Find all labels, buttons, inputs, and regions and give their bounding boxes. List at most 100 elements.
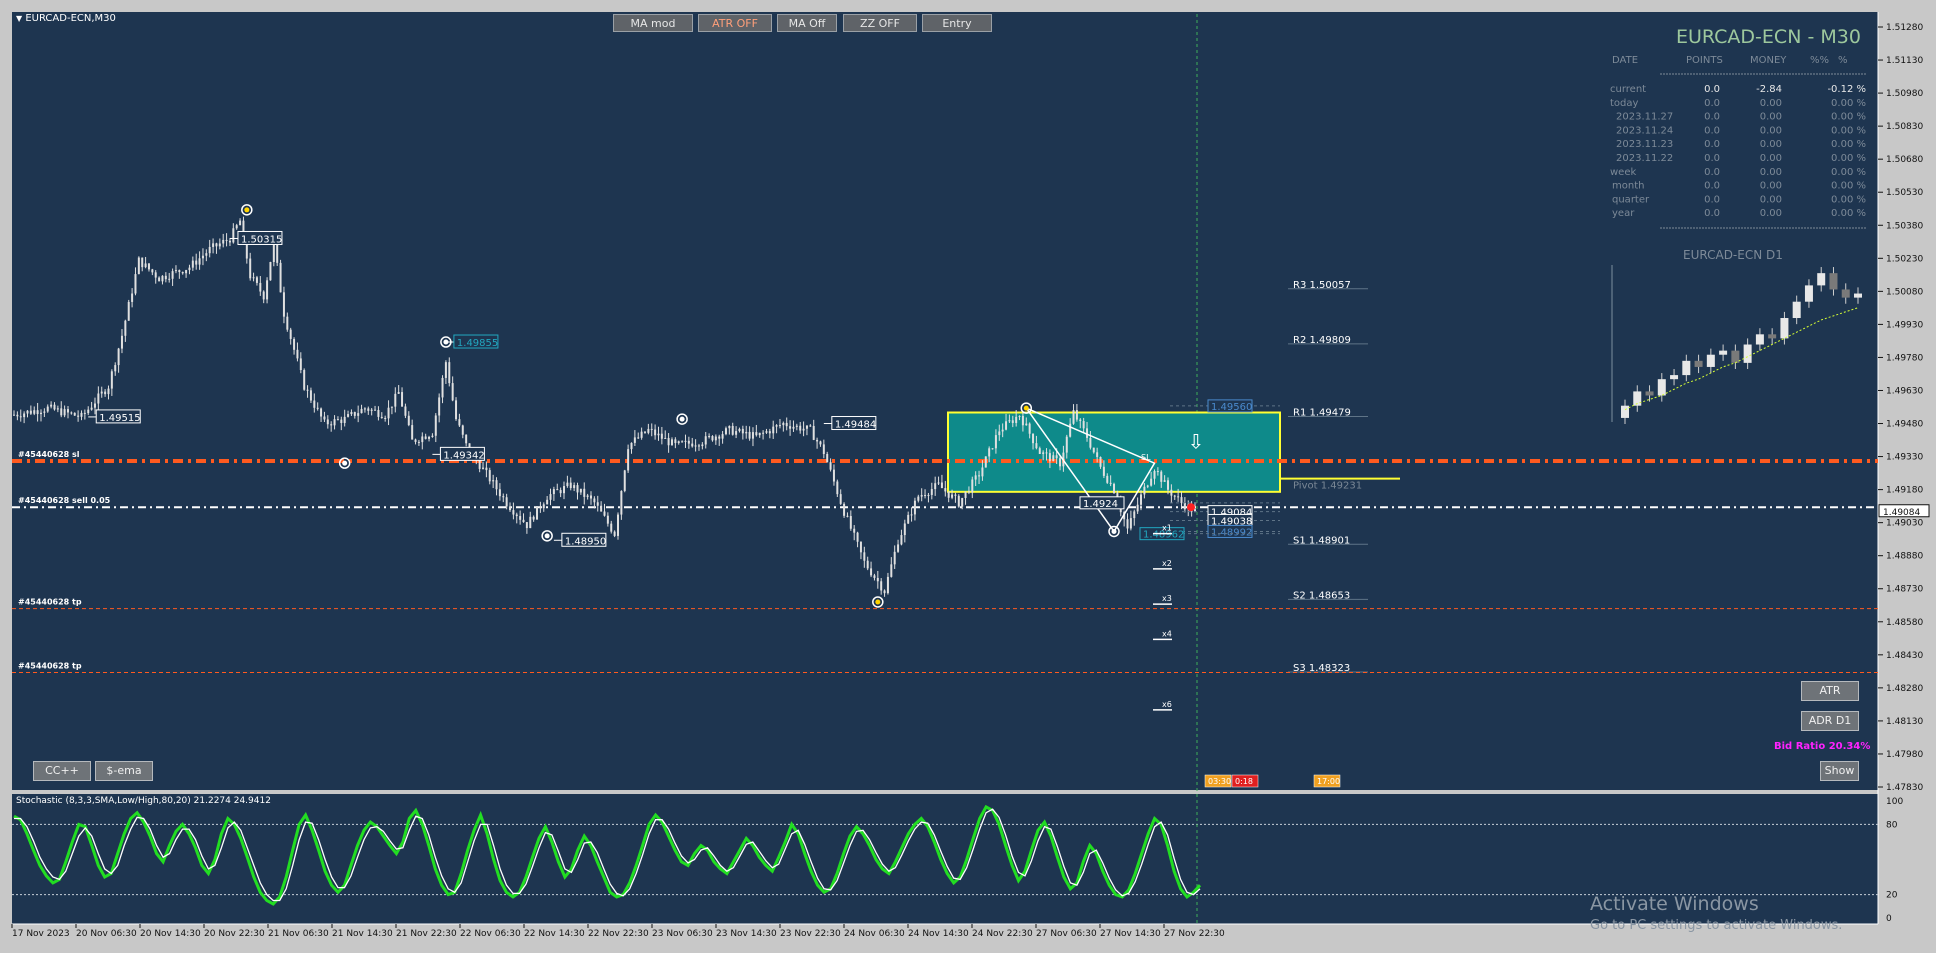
price-tick-label: 1.49480 bbox=[1886, 420, 1923, 430]
candle-body bbox=[509, 506, 512, 511]
candle-body bbox=[1005, 421, 1008, 430]
supply-zone: ⇩ bbox=[947, 411, 1281, 493]
candle-body bbox=[994, 435, 997, 449]
candle-body bbox=[218, 243, 221, 247]
candle-body bbox=[853, 528, 856, 533]
chart-canvas[interactable]: 100 80 20 0 ⇩ R3 1.50057 R2 1.49809 R1 1.4947… bbox=[0, 0, 1936, 953]
ma-off-button[interactable]: MA Off bbox=[777, 14, 837, 32]
candle-body bbox=[832, 469, 835, 482]
swing-label-text: 1.49515 bbox=[99, 413, 140, 424]
candle-body bbox=[974, 475, 977, 480]
candle-body bbox=[97, 393, 100, 404]
candle-body bbox=[313, 400, 316, 408]
stats-row-points: 0.0 bbox=[1704, 98, 1720, 109]
candle-body bbox=[866, 560, 869, 569]
candle-body bbox=[1109, 482, 1112, 484]
candle-body bbox=[411, 425, 414, 440]
pivot-label: S2 1.48653 bbox=[1293, 590, 1350, 601]
candle-body bbox=[1069, 423, 1072, 437]
candle-body bbox=[890, 564, 893, 577]
candle-body bbox=[201, 255, 204, 259]
stats-row-pct: 0.00 % bbox=[1831, 194, 1866, 205]
candle-body bbox=[63, 409, 66, 416]
target-label-text: 1.49560 bbox=[1211, 402, 1252, 413]
stats-row-pct: 0.00 % bbox=[1831, 125, 1866, 136]
candle-body bbox=[667, 437, 670, 446]
candle-body bbox=[664, 437, 667, 439]
swing-marker-dot bbox=[544, 533, 550, 539]
mini-candle-body bbox=[1719, 350, 1728, 355]
s-ema-button[interactable]: $-ema bbox=[95, 761, 153, 781]
order-line-label: #45440628 tp bbox=[18, 598, 82, 607]
show-button[interactable]: Show bbox=[1820, 761, 1859, 781]
candle-body bbox=[819, 441, 822, 445]
candle-body bbox=[299, 358, 302, 371]
price-tick-label: 1.48880 bbox=[1886, 552, 1923, 562]
main-chart-area[interactable] bbox=[12, 12, 1878, 790]
candle-body bbox=[235, 225, 238, 229]
candle-body bbox=[212, 243, 215, 247]
stats-header: DATE bbox=[1612, 55, 1638, 66]
candle-body bbox=[691, 443, 694, 447]
price-tick-label: 1.48130 bbox=[1886, 717, 1923, 727]
mini-candle-body bbox=[1854, 293, 1862, 298]
entry-button[interactable]: Entry bbox=[922, 14, 992, 32]
time-tick-label: 27 Nov 14:30 bbox=[1100, 929, 1161, 939]
adr-d1-button[interactable]: ADR D1 bbox=[1801, 711, 1859, 731]
candle-body bbox=[33, 410, 36, 414]
price-tick-label: 1.48730 bbox=[1886, 585, 1923, 595]
ma-mod-button[interactable]: MA mod bbox=[613, 14, 693, 32]
candle-body bbox=[812, 425, 815, 440]
mini-candle-body bbox=[1743, 344, 1752, 363]
candle-body bbox=[39, 412, 42, 415]
candle-body bbox=[843, 503, 846, 516]
time-tick-label: 21 Nov 06:30 bbox=[268, 929, 329, 939]
atr-off-button[interactable]: ATR OFF bbox=[698, 14, 772, 32]
candle-body bbox=[934, 483, 937, 490]
atr-button[interactable]: ATR bbox=[1801, 681, 1859, 701]
stats-row-points: 0.0 bbox=[1704, 139, 1720, 150]
stoch-level-label: 20 bbox=[1886, 891, 1898, 901]
candle-body bbox=[795, 425, 798, 427]
candle-body bbox=[350, 412, 353, 415]
candle-body bbox=[563, 486, 566, 494]
candle-body bbox=[363, 408, 366, 410]
candle-body bbox=[674, 439, 677, 444]
candle-body bbox=[539, 506, 542, 509]
candle-body bbox=[1028, 423, 1031, 434]
candle-body bbox=[616, 514, 619, 536]
candle-body bbox=[26, 410, 29, 414]
stats-row-money: 0.00 bbox=[1760, 139, 1782, 150]
candle-body bbox=[1079, 419, 1082, 422]
candle-body bbox=[694, 445, 697, 447]
candle-body bbox=[579, 488, 582, 493]
order-line-label: #45440628 sl bbox=[18, 450, 80, 459]
candle-body bbox=[1055, 455, 1058, 459]
candle-body bbox=[829, 462, 832, 470]
price-tick-label: 1.48430 bbox=[1886, 651, 1923, 661]
candle-body bbox=[336, 419, 339, 421]
mini-candle-body bbox=[1792, 301, 1801, 319]
mini-candle-body bbox=[1817, 273, 1826, 286]
stats-row-pct: 0.00 % bbox=[1831, 98, 1866, 109]
price-tick-label: 1.49180 bbox=[1886, 486, 1923, 496]
price-tick-label: 1.50980 bbox=[1886, 89, 1923, 99]
dropdown-triangle-icon[interactable]: ▼ bbox=[16, 14, 22, 23]
candle-body bbox=[1065, 436, 1068, 453]
cc-plus-button[interactable]: CC++ bbox=[33, 761, 91, 781]
time-tick-label: 22 Nov 06:30 bbox=[460, 929, 521, 939]
candle-body bbox=[822, 444, 825, 455]
candle-body bbox=[144, 263, 147, 268]
candle-body bbox=[357, 413, 360, 416]
zz-off-button[interactable]: ZZ OFF bbox=[843, 14, 917, 32]
window-title: ▼ EURCAD-ECN,M30 bbox=[16, 13, 116, 24]
candle-body bbox=[262, 291, 265, 300]
stats-row-label: 2023.11.27 bbox=[1616, 112, 1673, 123]
candle-body bbox=[93, 403, 96, 408]
candle-body bbox=[1136, 504, 1139, 512]
candle-body bbox=[590, 495, 593, 499]
candle-body bbox=[981, 467, 984, 477]
candle-body bbox=[380, 416, 383, 418]
candle-body bbox=[519, 516, 522, 520]
mini-candle-body bbox=[1829, 273, 1838, 290]
